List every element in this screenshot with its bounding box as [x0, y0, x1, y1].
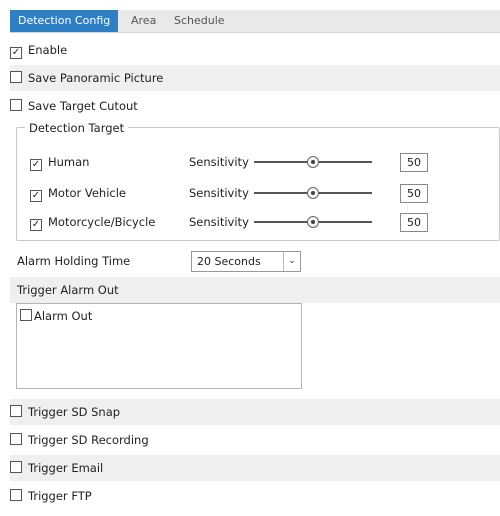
- save-panoramic-label: Save Panoramic Picture: [28, 71, 164, 85]
- human-sensitivity-label: Sensitivity: [189, 155, 249, 169]
- trigger-email-checkbox[interactable]: [10, 461, 22, 473]
- alarm-out-label: Alarm Out: [34, 309, 93, 323]
- human-label: Human: [48, 155, 90, 169]
- trigger-alarm-out-label: Trigger Alarm Out: [17, 283, 119, 297]
- detection-target-legend: Detection Target: [25, 120, 129, 136]
- trigger-sd-recording-row: Trigger SD Recording: [10, 427, 500, 453]
- save-panoramic-checkbox[interactable]: [10, 71, 22, 83]
- motorcycle-bicycle-sensitivity-label: Sensitivity: [189, 215, 249, 229]
- trigger-sd-snap-checkbox[interactable]: [10, 405, 22, 417]
- human-checkbox[interactable]: ✓: [30, 159, 42, 171]
- tab-detection-config[interactable]: Detection Config: [10, 10, 119, 32]
- enable-label: Enable: [28, 43, 68, 57]
- save-panoramic-row: Save Panoramic Picture: [10, 65, 500, 91]
- trigger-email-label: Trigger Email: [28, 461, 104, 475]
- alarm-out-checkbox[interactable]: [20, 309, 32, 321]
- trigger-ftp-label: Trigger FTP: [28, 489, 92, 503]
- tab-area[interactable]: Area: [131, 10, 156, 32]
- slider-knob[interactable]: [307, 187, 319, 199]
- target-row-motorcycle-bicycle: ✓ Motorcycle/Bicycle Sensitivity 50: [30, 211, 430, 233]
- motor-vehicle-sensitivity-label: Sensitivity: [189, 186, 249, 200]
- alarm-holding-value: 20 Seconds: [197, 255, 261, 268]
- trigger-sd-recording-checkbox[interactable]: [10, 433, 22, 445]
- human-sensitivity-value[interactable]: 50: [400, 153, 428, 172]
- trigger-sd-snap-label: Trigger SD Snap: [28, 405, 121, 419]
- save-target-cutout-label: Save Target Cutout: [28, 99, 138, 113]
- motorcycle-bicycle-sensitivity-slider[interactable]: [254, 216, 372, 228]
- save-target-cutout-checkbox[interactable]: [10, 99, 22, 111]
- trigger-sd-snap-row: Trigger SD Snap: [10, 399, 500, 425]
- trigger-ftp-row: Trigger FTP: [10, 483, 500, 509]
- motorcycle-bicycle-sensitivity-value[interactable]: 50: [400, 213, 428, 232]
- slider-knob[interactable]: [307, 216, 319, 228]
- human-sensitivity-slider[interactable]: [254, 156, 372, 168]
- alarm-out-listbox[interactable]: Alarm Out: [16, 303, 302, 389]
- tab-schedule[interactable]: Schedule: [174, 10, 225, 32]
- save-target-cutout-row: Save Target Cutout: [10, 93, 500, 119]
- target-row-human: ✓ Human Sensitivity 50: [30, 151, 430, 173]
- motor-vehicle-sensitivity-slider[interactable]: [254, 187, 372, 199]
- slider-knob[interactable]: [307, 156, 319, 168]
- enable-row: ✓ Enable: [10, 37, 500, 63]
- list-item[interactable]: Alarm Out: [20, 309, 92, 323]
- alarm-holding-select[interactable]: 20 Seconds ⌄: [191, 251, 301, 272]
- chevron-down-icon[interactable]: ⌄: [283, 252, 300, 271]
- motorcycle-bicycle-label: Motorcycle/Bicycle: [48, 215, 156, 229]
- trigger-sd-recording-label: Trigger SD Recording: [28, 433, 149, 447]
- motor-vehicle-label: Motor Vehicle: [48, 186, 127, 200]
- alarm-holding-label: Alarm Holding Time: [17, 254, 131, 268]
- tab-bar: Detection Config Area Schedule: [10, 10, 500, 33]
- motorcycle-bicycle-checkbox[interactable]: ✓: [30, 219, 42, 231]
- target-row-motor-vehicle: ✓ Motor Vehicle Sensitivity 50: [30, 182, 430, 204]
- motor-vehicle-sensitivity-value[interactable]: 50: [400, 184, 428, 203]
- enable-checkbox[interactable]: ✓: [10, 47, 22, 59]
- motor-vehicle-checkbox[interactable]: ✓: [30, 190, 42, 202]
- trigger-alarm-out-row: Trigger Alarm Out: [10, 277, 500, 303]
- trigger-email-row: Trigger Email: [10, 455, 500, 481]
- trigger-ftp-checkbox[interactable]: [10, 489, 22, 501]
